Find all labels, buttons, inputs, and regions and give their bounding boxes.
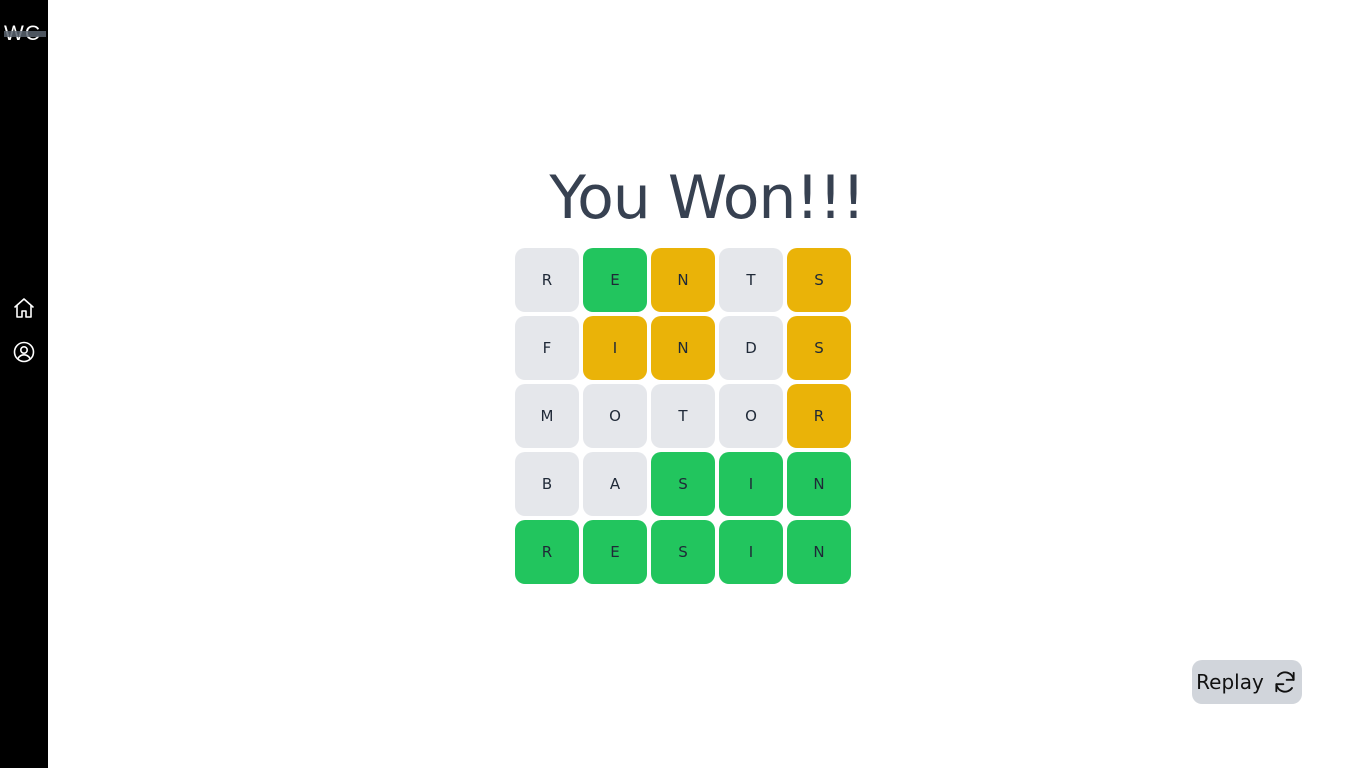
- letter-tile: N: [787, 452, 851, 516]
- letter-tile: D: [719, 316, 783, 380]
- letter-tile: S: [787, 248, 851, 312]
- letter-tile: M: [515, 384, 579, 448]
- game-board: RENTSFINDSMOTORBASINRESIN: [515, 248, 851, 584]
- letter-tile: N: [651, 316, 715, 380]
- letter-tile: R: [515, 520, 579, 584]
- letter-tile: T: [651, 384, 715, 448]
- letter-tile: O: [719, 384, 783, 448]
- letter-tile: S: [787, 316, 851, 380]
- letter-tile: F: [515, 316, 579, 380]
- letter-tile: N: [651, 248, 715, 312]
- replay-button[interactable]: Replay: [1192, 660, 1302, 704]
- letter-tile: A: [583, 452, 647, 516]
- letter-tile: I: [719, 520, 783, 584]
- letter-tile: I: [583, 316, 647, 380]
- home-icon[interactable]: [12, 296, 36, 320]
- letter-tile: O: [583, 384, 647, 448]
- replay-label: Replay: [1196, 670, 1264, 694]
- logo-overlay-band: [4, 31, 46, 37]
- letter-tile: T: [719, 248, 783, 312]
- letter-tile: I: [719, 452, 783, 516]
- letter-tile: E: [583, 520, 647, 584]
- game-result-title: You Won!!!: [549, 163, 865, 233]
- letter-tile: S: [651, 452, 715, 516]
- letter-tile: B: [515, 452, 579, 516]
- letter-tile: R: [787, 384, 851, 448]
- letter-tile: S: [651, 520, 715, 584]
- letter-tile: N: [787, 520, 851, 584]
- refresh-icon: [1272, 669, 1298, 695]
- letter-tile: R: [515, 248, 579, 312]
- letter-tile: E: [583, 248, 647, 312]
- user-circle-icon[interactable]: [12, 340, 36, 364]
- sidebar: WC: [0, 0, 48, 768]
- app-logo[interactable]: WC: [4, 22, 46, 46]
